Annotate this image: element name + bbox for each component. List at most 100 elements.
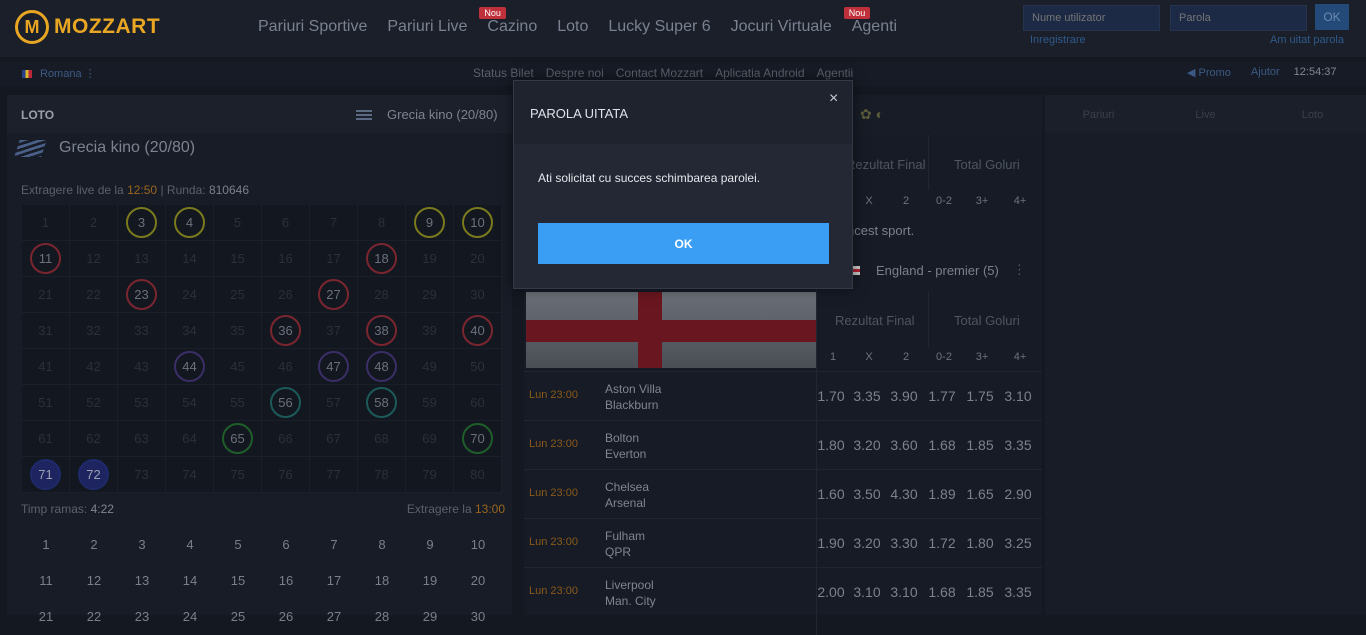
- odd-button[interactable]: 3.10: [849, 584, 885, 600]
- odd-button[interactable]: 3.20: [849, 535, 885, 551]
- info-link[interactable]: Contact Mozzart: [616, 66, 703, 80]
- nav-item[interactable]: Pariuri Live: [387, 18, 467, 36]
- info-link[interactable]: Aplicatia Android: [715, 66, 804, 80]
- grid-cell: 14: [166, 241, 214, 277]
- pick-number[interactable]: 27: [310, 598, 358, 634]
- pick-number[interactable]: 15: [214, 562, 262, 598]
- odd-button[interactable]: 3.90: [886, 388, 922, 404]
- nav-item[interactable]: Pariuri Sportive: [258, 18, 367, 36]
- pick-number[interactable]: 12: [70, 562, 118, 598]
- odd-button[interactable]: 1.89: [924, 486, 960, 502]
- info-link[interactable]: Status Bilet: [473, 66, 534, 80]
- register-link[interactable]: Inregistrare: [1030, 34, 1086, 46]
- odd-button[interactable]: 3.50: [849, 486, 885, 502]
- odd-button[interactable]: 1.65: [962, 486, 998, 502]
- grid-cell: 71: [22, 457, 70, 493]
- pick-number[interactable]: 14: [166, 562, 214, 598]
- odd-button[interactable]: 1.90: [813, 535, 849, 551]
- pick-number[interactable]: 26: [262, 598, 310, 634]
- info-link[interactable]: Agentii: [817, 66, 854, 80]
- betslip-tab[interactable]: Pariuri: [1045, 95, 1152, 133]
- odd-button[interactable]: 1.85: [962, 584, 998, 600]
- odd-button[interactable]: 1.68: [924, 584, 960, 600]
- betslip-tab[interactable]: Loto: [1259, 95, 1366, 133]
- pick-number[interactable]: 1: [22, 526, 70, 562]
- odd-button[interactable]: 2.90: [1000, 486, 1036, 502]
- language-selector[interactable]: Romana ⋮: [22, 67, 96, 80]
- help-link[interactable]: Ajutor: [1251, 66, 1280, 79]
- ok-button[interactable]: OK: [538, 223, 829, 264]
- username-input[interactable]: [1023, 5, 1160, 31]
- odd-button[interactable]: 1.85: [962, 437, 998, 453]
- clock: 12:54:37: [1293, 66, 1337, 78]
- pick-number[interactable]: 16: [262, 562, 310, 598]
- match-row[interactable]: Lun 23:00 Fulham QPR 1.90 3.20 3.30 1.72 1.80 3.…: [524, 518, 1042, 566]
- odd-button[interactable]: 3.35: [1000, 584, 1036, 600]
- kebab-icon[interactable]: ⋮: [1013, 262, 1026, 278]
- pick-number[interactable]: 3: [118, 526, 166, 562]
- league-row[interactable]: England - premier (5) ⋮: [846, 262, 1026, 278]
- forgot-password-link[interactable]: Am uitat parola: [1270, 34, 1344, 46]
- odd-button[interactable]: 1.60: [813, 486, 849, 502]
- odd-button[interactable]: 1.80: [813, 437, 849, 453]
- match-row[interactable]: Lun 23:00 Bolton Everton 1.80 3.20 3.60 1.68 1.…: [524, 420, 1042, 468]
- betslip-tab[interactable]: Live: [1152, 95, 1259, 133]
- pick-number[interactable]: 25: [214, 598, 262, 634]
- nav-item[interactable]: Nou Agenti: [843, 7, 898, 36]
- odd-button[interactable]: 3.60: [886, 437, 922, 453]
- pick-number[interactable]: 29: [406, 598, 454, 634]
- grid-cell: 56: [262, 385, 310, 421]
- pick-number[interactable]: 4: [166, 526, 214, 562]
- odd-button[interactable]: 3.30: [886, 535, 922, 551]
- nav-item[interactable]: Nou Cazino: [479, 7, 537, 36]
- promo-link[interactable]: ◀ Promo: [1187, 66, 1231, 79]
- pick-number[interactable]: 6: [262, 526, 310, 562]
- odd-button[interactable]: 1.70: [813, 388, 849, 404]
- pick-number[interactable]: 11: [22, 562, 70, 598]
- match-row[interactable]: Lun 23:00 Aston Villa Blackburn 1.70 3.35 3.9…: [524, 371, 1042, 419]
- nav-item[interactable]: Lucky Super 6: [608, 18, 710, 36]
- pick-number[interactable]: 10: [454, 526, 502, 562]
- match-row[interactable]: Lun 23:00 Liverpool Man. City 2.00 3.10 3.10 1…: [524, 567, 1042, 615]
- odd-button[interactable]: 3.35: [849, 388, 885, 404]
- pick-number[interactable]: 17: [310, 562, 358, 598]
- nav-label: Agenti: [851, 18, 898, 35]
- nav-item[interactable]: Loto: [557, 18, 588, 36]
- info-link[interactable]: Despre noi: [546, 66, 604, 80]
- pick-number[interactable]: 19: [406, 562, 454, 598]
- password-input[interactable]: [1170, 5, 1307, 31]
- odd-button[interactable]: 1.77: [924, 388, 960, 404]
- pick-number[interactable]: 20: [454, 562, 502, 598]
- pick-number[interactable]: 9: [406, 526, 454, 562]
- loto-game-select[interactable]: Grecia kino (20/80): [356, 107, 498, 122]
- pick-number[interactable]: 23: [118, 598, 166, 634]
- pick-number[interactable]: 24: [166, 598, 214, 634]
- odd-button[interactable]: 3.35: [1000, 437, 1036, 453]
- odd-button[interactable]: 1.72: [924, 535, 960, 551]
- odd-button[interactable]: 3.25: [1000, 535, 1036, 551]
- pick-number[interactable]: 5: [214, 526, 262, 562]
- pick-number[interactable]: 22: [70, 598, 118, 634]
- odd-button[interactable]: 3.20: [849, 437, 885, 453]
- odd-button[interactable]: 4.30: [886, 486, 922, 502]
- login-ok-button[interactable]: OK: [1315, 4, 1349, 30]
- nav-item[interactable]: Jocuri Virtuale: [731, 18, 832, 36]
- sport-filter-icons[interactable]: ✿ ◐: [860, 106, 884, 123]
- odd-button[interactable]: 1.80: [962, 535, 998, 551]
- pick-number[interactable]: 7: [310, 526, 358, 562]
- match-row[interactable]: Lun 23:00 Chelsea Arsenal 1.60 3.50 4.30 1.89 1…: [524, 469, 1042, 517]
- odd-button[interactable]: 1.75: [962, 388, 998, 404]
- pick-number[interactable]: 28: [358, 598, 406, 634]
- mozzart-logo[interactable]: M MOZZART: [15, 10, 160, 44]
- pick-number[interactable]: 13: [118, 562, 166, 598]
- odd-button[interactable]: 2.00: [813, 584, 849, 600]
- odd-button[interactable]: 3.10: [886, 584, 922, 600]
- pick-number[interactable]: 21: [22, 598, 70, 634]
- odd-button[interactable]: 1.68: [924, 437, 960, 453]
- pick-number[interactable]: 30: [454, 598, 502, 634]
- close-icon[interactable]: ×: [829, 90, 838, 108]
- pick-number[interactable]: 2: [70, 526, 118, 562]
- odd-button[interactable]: 3.10: [1000, 388, 1036, 404]
- pick-number[interactable]: 8: [358, 526, 406, 562]
- pick-number[interactable]: 18: [358, 562, 406, 598]
